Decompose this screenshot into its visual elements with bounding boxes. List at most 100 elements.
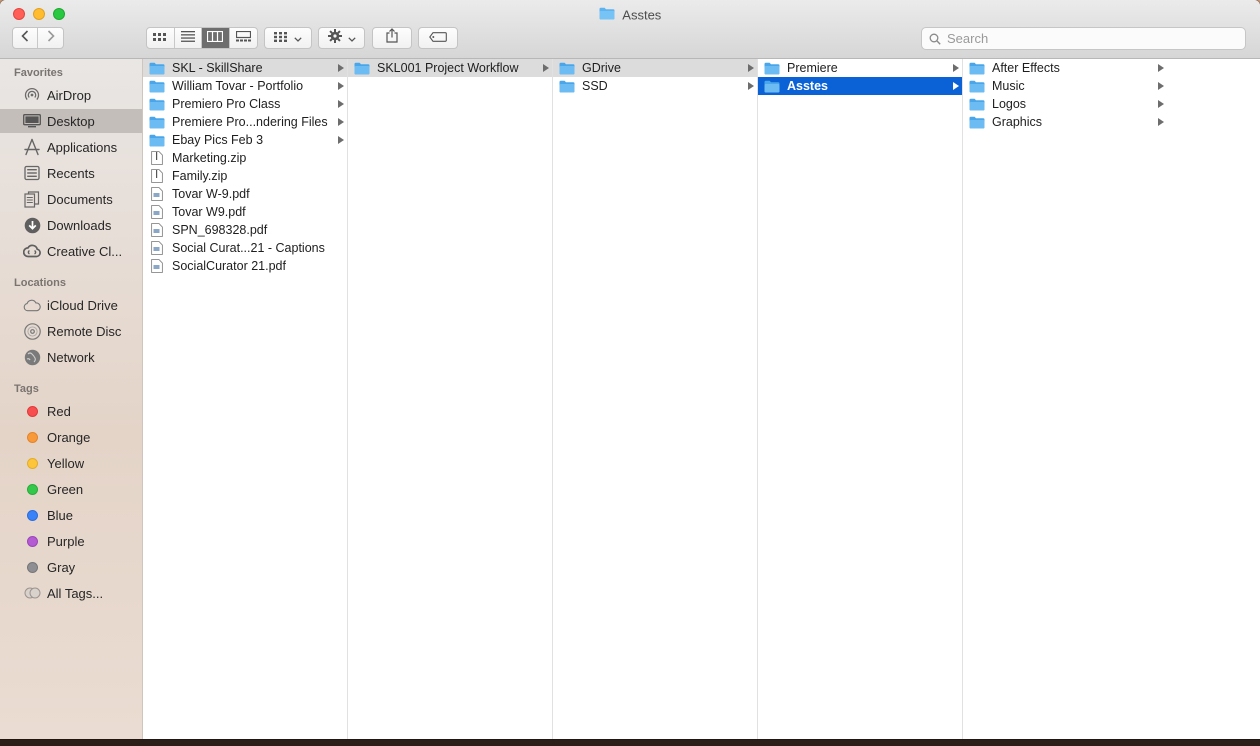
back-button[interactable] xyxy=(13,28,39,48)
sidebar-item-icloud-drive[interactable]: iCloud Drive xyxy=(0,293,142,317)
finder-window: Asstes Search Favorites AirDrop Desktop … xyxy=(0,0,1260,739)
list-item-label: Music xyxy=(992,79,1025,93)
list-item-label: SSD xyxy=(582,79,608,93)
search-icon xyxy=(929,33,941,45)
list-item-folder[interactable]: William Tovar - Portfolio xyxy=(143,77,347,95)
window-title-bar: Asstes xyxy=(0,6,1260,24)
folder-icon xyxy=(559,61,575,75)
list-item-file[interactable]: Tovar W9.pdf xyxy=(143,203,347,221)
folder-icon xyxy=(969,97,985,111)
group-by-button[interactable] xyxy=(264,27,312,49)
icon-view-button[interactable] xyxy=(147,28,175,48)
browser-column-3: GDrive SSD xyxy=(553,59,758,739)
list-item-label: Ebay Pics Feb 3 xyxy=(172,133,264,147)
sidebar-tag-red[interactable]: Red xyxy=(0,399,142,423)
list-item-file[interactable]: Family.zip xyxy=(143,167,347,185)
gallery-view-button[interactable] xyxy=(230,28,257,48)
sidebar-tag-gray[interactable]: Gray xyxy=(0,555,142,579)
sidebar-tag-yellow[interactable]: Yellow xyxy=(0,451,142,475)
list-item-folder[interactable]: Premiere Pro...ndering Files xyxy=(143,113,347,131)
sidebar-tag-green[interactable]: Green xyxy=(0,477,142,501)
sidebar-item-creative-cloud[interactable]: Creative Cl... xyxy=(0,239,142,263)
column-view-button[interactable] xyxy=(202,28,230,48)
share-icon xyxy=(386,28,398,48)
sidebar-item-label: iCloud Drive xyxy=(47,297,118,313)
sidebar-tag-purple[interactable]: Purple xyxy=(0,529,142,553)
list-item-label: Premiere xyxy=(787,61,838,75)
sidebar: Favorites AirDrop Desktop Applications R… xyxy=(0,59,143,739)
pdf-file-icon xyxy=(149,187,165,201)
list-item-folder[interactable]: Graphics xyxy=(963,113,1167,131)
sidebar-item-label: Gray xyxy=(47,559,76,575)
sidebar-item-recents[interactable]: Recents xyxy=(0,161,142,185)
list-item-folder[interactable]: SKL001 Project Workflow xyxy=(348,59,552,77)
disclosure-arrow-icon xyxy=(1158,118,1164,126)
list-item-folder[interactable]: Premiere xyxy=(758,59,962,77)
cloud-icon xyxy=(23,296,41,314)
browser-column-4: Premiere Asstes xyxy=(758,59,963,739)
list-item-file[interactable]: Social Curat...21 - Captions xyxy=(143,239,347,257)
list-item-folder[interactable]: After Effects xyxy=(963,59,1167,77)
tag-green-dot xyxy=(23,480,41,498)
list-item-folder[interactable]: SSD xyxy=(553,77,757,95)
list-item-label: Tovar W-9.pdf xyxy=(172,187,250,201)
sidebar-tag-all-tags[interactable]: All Tags... xyxy=(0,581,142,605)
disclosure-arrow-icon xyxy=(953,82,959,90)
disclosure-arrow-icon xyxy=(748,82,754,90)
sidebar-item-label: Purple xyxy=(47,533,85,549)
list-view-button[interactable] xyxy=(175,28,202,48)
list-item-label: Marketing.zip xyxy=(172,151,247,165)
sidebar-tag-blue[interactable]: Blue xyxy=(0,503,142,527)
airdrop-icon xyxy=(23,86,41,104)
sidebar-item-label: Creative Cl... xyxy=(47,243,123,259)
list-item-folder[interactable]: Logos xyxy=(963,95,1167,113)
list-item-folder[interactable]: SKL - SkillShare xyxy=(143,59,347,77)
list-item-file[interactable]: Tovar W-9.pdf xyxy=(143,185,347,203)
list-item-label: SocialCurator 21.pdf xyxy=(172,259,286,273)
tag-icon xyxy=(429,29,447,47)
window-title: Asstes xyxy=(622,7,662,23)
forward-button[interactable] xyxy=(38,28,63,48)
list-item-folder[interactable]: Premiero Pro Class xyxy=(143,95,347,113)
sidebar-item-remote-disc[interactable]: Remote Disc xyxy=(0,319,142,343)
sidebar-item-label: Recents xyxy=(47,165,95,181)
sidebar-item-network[interactable]: Network xyxy=(0,345,142,369)
list-item-file[interactable]: SPN_698328.pdf xyxy=(143,221,347,239)
search-input[interactable] xyxy=(945,30,1239,47)
sidebar-item-label: Remote Disc xyxy=(47,323,122,339)
sidebar-item-label: Blue xyxy=(47,507,74,523)
sidebar-item-documents[interactable]: Documents xyxy=(0,187,142,211)
sidebar-item-label: Downloads xyxy=(47,217,112,233)
folder-icon xyxy=(969,79,985,93)
sidebar-item-label: AirDrop xyxy=(47,87,92,103)
list-item-folder[interactable]: Music xyxy=(963,77,1167,95)
list-item-label: Graphics xyxy=(992,115,1043,129)
list-item-file[interactable]: Marketing.zip xyxy=(143,149,347,167)
sidebar-item-downloads[interactable]: Downloads xyxy=(0,213,142,237)
search-field[interactable] xyxy=(921,27,1246,50)
sidebar-tag-orange[interactable]: Orange xyxy=(0,425,142,449)
action-menu-button[interactable] xyxy=(318,27,365,49)
list-item-file[interactable]: SocialCurator 21.pdf xyxy=(143,257,347,275)
sidebar-item-label: Network xyxy=(47,349,95,365)
disclosure-arrow-icon xyxy=(338,82,344,90)
disclosure-arrow-icon xyxy=(1158,82,1164,90)
edit-tags-button[interactable] xyxy=(418,27,458,49)
list-item-folder[interactable]: Ebay Pics Feb 3 xyxy=(143,131,347,149)
sidebar-item-airdrop[interactable]: AirDrop xyxy=(0,83,142,107)
sidebar-item-applications[interactable]: Applications xyxy=(0,135,142,159)
list-item-folder[interactable]: GDrive xyxy=(553,59,757,77)
disclosure-arrow-icon xyxy=(1158,64,1164,72)
list-item-label: Logos xyxy=(992,97,1027,111)
list-item-label: Premiere Pro...ndering Files xyxy=(172,115,328,129)
sidebar-item-label: Yellow xyxy=(47,455,85,471)
list-view-icon xyxy=(180,29,195,47)
sidebar-item-desktop[interactable]: Desktop xyxy=(0,109,142,133)
recents-icon xyxy=(23,164,41,182)
tag-purple-dot xyxy=(23,532,41,550)
all-tags-icon xyxy=(23,584,41,602)
list-item-folder-selected[interactable]: Asstes xyxy=(758,77,962,95)
tag-yellow-dot xyxy=(23,454,41,472)
disc-icon xyxy=(23,322,41,340)
share-button[interactable] xyxy=(372,27,412,49)
